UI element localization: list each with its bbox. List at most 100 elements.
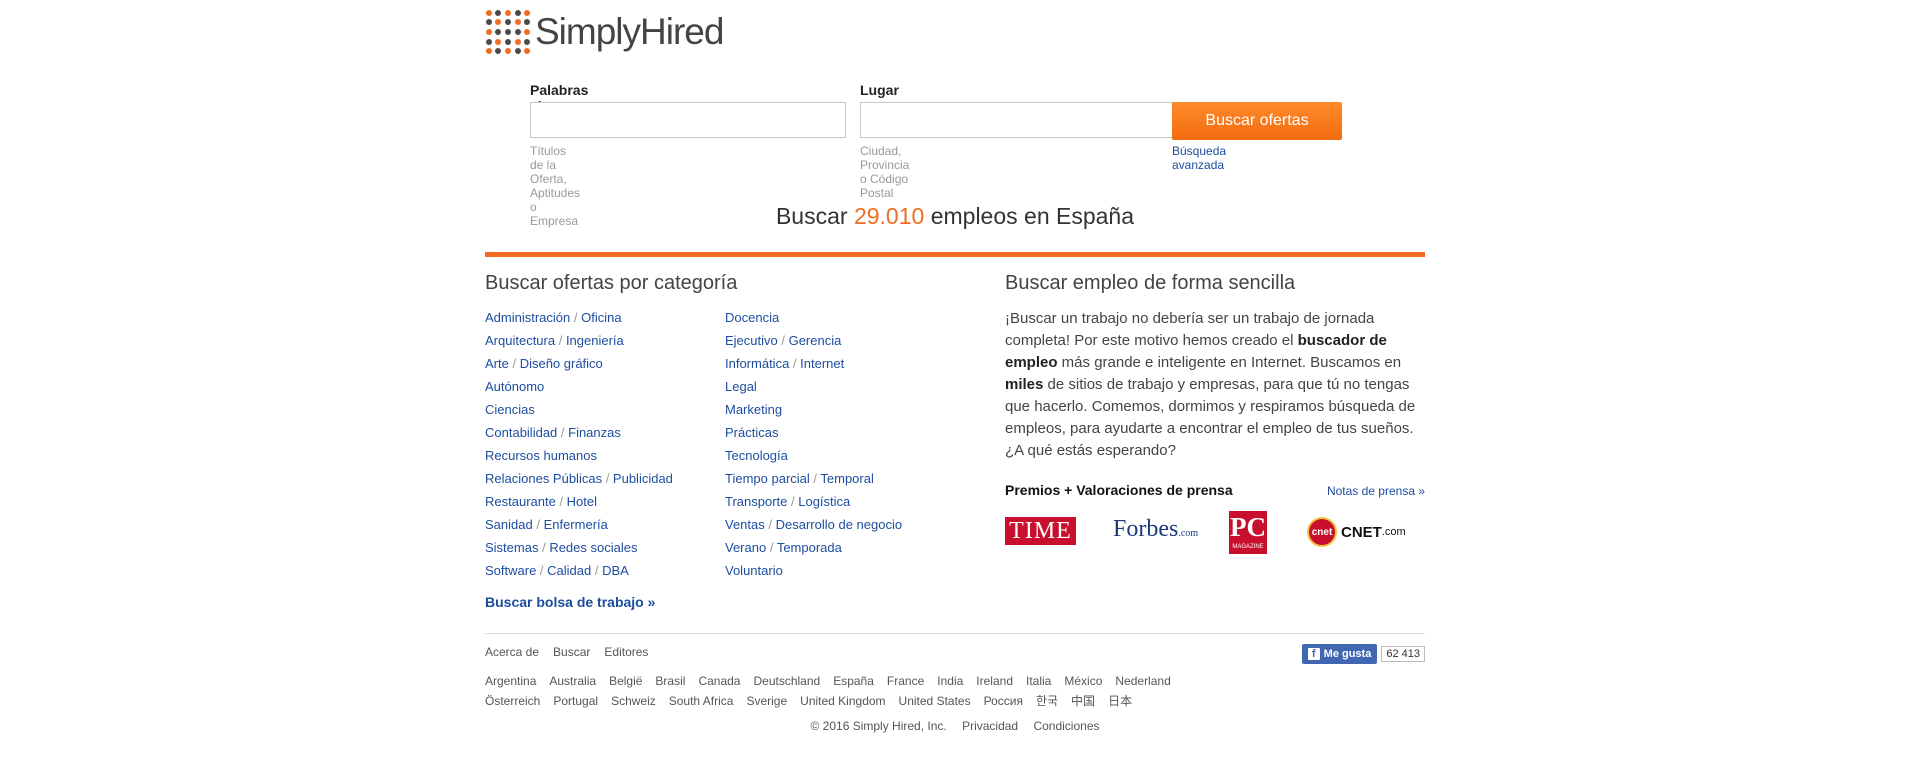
category-link[interactable]: Transporte bbox=[725, 494, 787, 509]
country-link[interactable]: Deutschland bbox=[753, 674, 820, 688]
category-link[interactable]: Contabilidad bbox=[485, 425, 557, 440]
country-link[interactable]: Portugal bbox=[553, 694, 598, 708]
category-link[interactable]: Informática bbox=[725, 356, 789, 371]
category-link[interactable]: Diseño gráfico bbox=[520, 356, 603, 371]
search-jobs-button[interactable]: Buscar ofertas bbox=[1172, 102, 1342, 140]
category-link[interactable]: Logística bbox=[798, 494, 850, 509]
terms-link[interactable]: Condiciones bbox=[1033, 719, 1099, 733]
category-link[interactable]: Recursos humanos bbox=[485, 448, 597, 463]
category-item: Tecnología bbox=[725, 444, 902, 467]
category-link[interactable]: Administración bbox=[485, 310, 570, 325]
country-link[interactable]: México bbox=[1064, 674, 1102, 688]
country-link[interactable]: Österreich bbox=[485, 694, 540, 708]
category-separator: / bbox=[538, 540, 550, 555]
country-link[interactable]: United Kingdom bbox=[800, 694, 885, 708]
facebook-icon: f bbox=[1307, 648, 1320, 660]
country-link[interactable]: 中国 bbox=[1071, 694, 1095, 708]
category-link[interactable]: Sanidad bbox=[485, 517, 533, 532]
country-link[interactable]: 한국 bbox=[1036, 694, 1058, 708]
country-link[interactable]: Australia bbox=[549, 674, 596, 688]
category-link[interactable]: Tiempo parcial bbox=[725, 471, 810, 486]
category-link[interactable]: Calidad bbox=[547, 563, 591, 578]
category-item: Transporte / Logística bbox=[725, 490, 902, 513]
category-separator: / bbox=[766, 540, 777, 555]
category-link[interactable]: Software bbox=[485, 563, 536, 578]
country-link[interactable]: Brasil bbox=[655, 674, 685, 688]
category-link[interactable]: Temporada bbox=[777, 540, 842, 555]
forbes-text: Forbes bbox=[1113, 516, 1179, 542]
category-link[interactable]: Ejecutivo bbox=[725, 333, 778, 348]
category-link[interactable]: Tecnología bbox=[725, 448, 788, 463]
category-link[interactable]: Sistemas bbox=[485, 540, 538, 555]
category-link[interactable]: Marketing bbox=[725, 402, 782, 417]
category-link[interactable]: Voluntario bbox=[725, 563, 783, 578]
category-item: Relaciones Públicas / Publicidad bbox=[485, 467, 673, 490]
country-link[interactable]: Canada bbox=[698, 674, 740, 688]
about-paragraph: ¡Buscar un trabajo no debería ser un tra… bbox=[1005, 308, 1427, 462]
category-link[interactable]: Legal bbox=[725, 379, 757, 394]
category-link[interactable]: Ingeniería bbox=[566, 333, 624, 348]
category-link[interactable]: Arquitectura bbox=[485, 333, 555, 348]
country-link[interactable]: India bbox=[937, 674, 963, 688]
country-link[interactable]: Ireland bbox=[976, 674, 1013, 688]
category-link[interactable]: Gerencia bbox=[789, 333, 842, 348]
category-link[interactable]: Relaciones Públicas bbox=[485, 471, 602, 486]
simplyhired-logo[interactable]: SimplyHired bbox=[485, 9, 724, 55]
category-link[interactable]: Prácticas bbox=[725, 425, 778, 440]
category-link[interactable]: Restaurante bbox=[485, 494, 556, 509]
category-link[interactable]: Ventas bbox=[725, 517, 765, 532]
country-link[interactable]: Nederland bbox=[1115, 674, 1170, 688]
country-link[interactable]: Schweiz bbox=[611, 694, 656, 708]
category-link[interactable]: Arte bbox=[485, 356, 509, 371]
category-link[interactable]: Ciencias bbox=[485, 402, 535, 417]
category-link[interactable]: Redes sociales bbox=[549, 540, 637, 555]
category-link[interactable]: Desarrollo de negocio bbox=[776, 517, 902, 532]
privacy-link[interactable]: Privacidad bbox=[962, 719, 1018, 733]
country-link[interactable]: United States bbox=[899, 694, 971, 708]
category-link[interactable]: Internet bbox=[800, 356, 844, 371]
job-count-headline: Buscar 29.010 empleos en España bbox=[485, 203, 1425, 230]
category-link[interactable]: Hotel bbox=[567, 494, 597, 509]
category-list-right: Docencia Ejecutivo / Gerencia Informática … bbox=[725, 306, 902, 582]
country-link[interactable]: Italia bbox=[1026, 674, 1051, 688]
country-link[interactable]: France bbox=[887, 674, 924, 688]
logo-text: SimplyHired bbox=[535, 11, 724, 52]
category-item: Ciencias bbox=[485, 398, 673, 421]
category-link[interactable]: Temporal bbox=[820, 471, 873, 486]
category-separator: / bbox=[764, 517, 776, 532]
location-input[interactable] bbox=[860, 102, 1176, 138]
category-link[interactable]: Finanzas bbox=[568, 425, 621, 440]
time-logo: TIME bbox=[1005, 517, 1076, 545]
pc-sub: MAGAZINE bbox=[1232, 544, 1264, 550]
facebook-like-button[interactable]: f Me gusta bbox=[1301, 644, 1378, 664]
press-notes-link[interactable]: Notas de prensa » bbox=[1327, 484, 1425, 498]
category-link[interactable]: Docencia bbox=[725, 310, 779, 325]
about-title: Buscar empleo de forma sencilla bbox=[1005, 272, 1296, 294]
cnet-logo: cnet CNET .com bbox=[1307, 517, 1406, 547]
footer-link[interactable]: Editores bbox=[604, 645, 648, 659]
category-link[interactable]: Verano bbox=[725, 540, 766, 555]
category-item: Sanidad / Enfermería bbox=[485, 513, 673, 536]
advanced-search-link[interactable]: Búsqueda avanzada bbox=[1172, 144, 1226, 172]
country-link[interactable]: 日本 bbox=[1108, 694, 1132, 708]
category-list-left: Administración / Oficina Arquitectura / I… bbox=[485, 306, 673, 582]
footer-link[interactable]: Buscar bbox=[553, 645, 590, 659]
keywords-input[interactable] bbox=[530, 102, 846, 138]
footer-link[interactable]: Acerca de bbox=[485, 645, 539, 659]
category-link[interactable]: DBA bbox=[602, 563, 629, 578]
country-link[interactable]: Argentina bbox=[485, 674, 536, 688]
country-link[interactable]: Sverige bbox=[746, 694, 787, 708]
category-separator: / bbox=[777, 333, 789, 348]
category-link[interactable]: Oficina bbox=[581, 310, 621, 325]
browse-job-board-link[interactable]: Buscar bolsa de trabajo » bbox=[485, 594, 655, 610]
country-link[interactable]: España bbox=[833, 674, 874, 688]
category-item: Arquitectura / Ingeniería bbox=[485, 329, 673, 352]
country-link[interactable]: België bbox=[609, 674, 642, 688]
location-hint: Ciudad, Provincia o Código Postal bbox=[860, 144, 910, 200]
country-link[interactable]: South Africa bbox=[669, 694, 734, 708]
category-link[interactable]: Publicidad bbox=[613, 471, 673, 486]
country-link[interactable]: Россия bbox=[984, 694, 1023, 708]
category-link[interactable]: Autónomo bbox=[485, 379, 544, 394]
category-link[interactable]: Enfermería bbox=[544, 517, 608, 532]
headline-prefix: Buscar bbox=[775, 203, 854, 229]
